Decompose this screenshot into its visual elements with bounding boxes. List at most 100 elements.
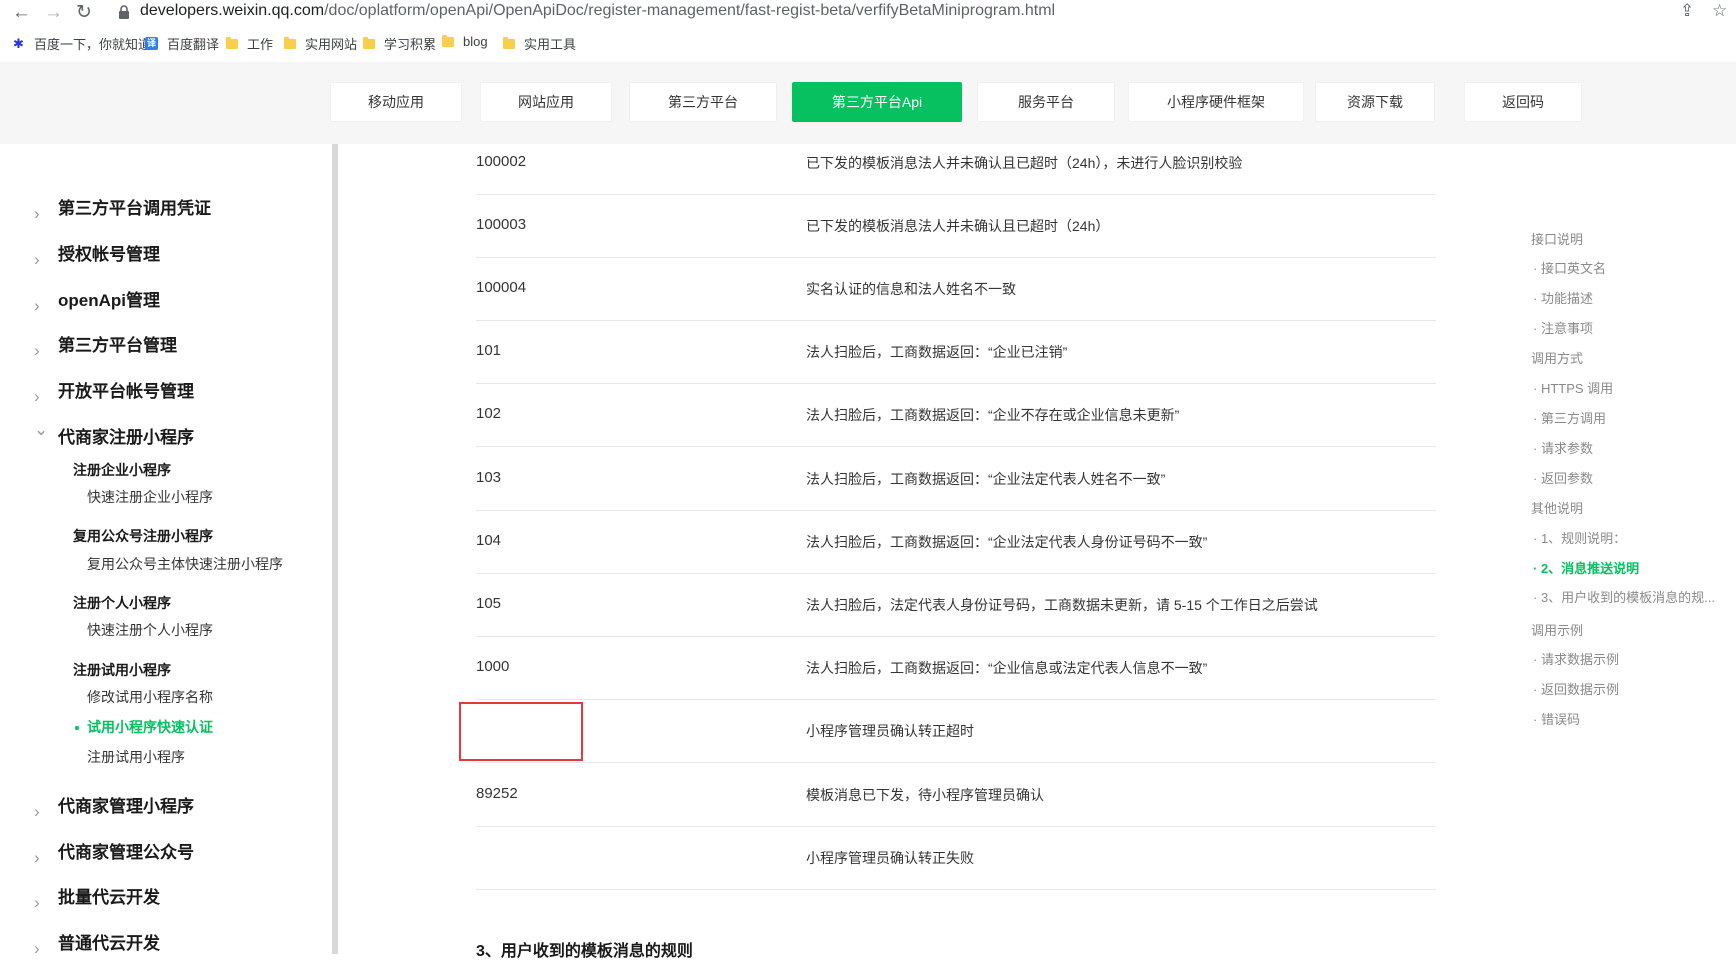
toc-item[interactable]: · 1、规则说明： bbox=[1533, 528, 1626, 547]
error-desc-cell: 小程序管理员确认转正超时 bbox=[806, 723, 974, 739]
chevron-right-icon[interactable]: › bbox=[34, 296, 40, 316]
toc-item[interactable]: · 请求数据示例 bbox=[1533, 649, 1619, 668]
toc-item[interactable]: · HTTPS 调用 bbox=[1533, 378, 1613, 397]
bookmark-item[interactable]: 学习积累 bbox=[363, 34, 436, 53]
sidebar-scrollbar[interactable] bbox=[332, 144, 338, 954]
bookmark-item[interactable]: 工作 bbox=[226, 34, 273, 53]
bookmarks-bar: ✱ 百度一下，你就知道译百度翻译 工作 实用网站 学习积累 blog 实用工具 bbox=[0, 32, 1736, 56]
sidebar-group[interactable]: openApi管理 bbox=[58, 286, 160, 311]
sidebar-group[interactable]: 第三方平台管理 bbox=[58, 331, 177, 356]
toc-item[interactable]: · 返回参数 bbox=[1533, 468, 1593, 487]
sidebar-item[interactable]: 快速注册个人小程序 bbox=[87, 620, 213, 640]
topnav-tab[interactable]: 资源下载 bbox=[1315, 82, 1435, 122]
topnav-tab[interactable]: 服务平台 bbox=[977, 82, 1115, 122]
toc-item[interactable]: · 返回数据示例 bbox=[1533, 679, 1619, 698]
sidebar-group[interactable]: 代商家管理公众号 bbox=[58, 838, 194, 863]
error-desc-cell: 法人扫脸后，工商数据返回：“企业法定代表人姓名不一致” bbox=[806, 471, 1166, 487]
table-row: 101 法人扫脸后，工商数据返回：“企业已注销” bbox=[476, 321, 1436, 384]
sidebar-item[interactable]: 修改试用小程序名称 bbox=[87, 687, 213, 707]
sidebar-subsection-title: 复用公众号注册小程序 bbox=[73, 528, 213, 544]
translate-icon: 译 bbox=[145, 37, 158, 50]
topnav-tab[interactable]: 第三方平台Api bbox=[792, 82, 962, 122]
baidu-icon: ✱ bbox=[12, 36, 25, 51]
sidebar-item[interactable]: 复用公众号主体快速注册小程序 bbox=[87, 554, 283, 574]
error-code-cell: 104 bbox=[476, 532, 502, 549]
sidebar-subsection-title: 注册企业小程序 bbox=[73, 462, 171, 478]
star-icon[interactable]: ☆ bbox=[1712, 1, 1727, 21]
toc-item[interactable]: 接口说明 bbox=[1531, 229, 1583, 248]
error-desc-cell: 实名认证的信息和法人姓名不一致 bbox=[806, 281, 1016, 297]
site-top-nav: 移动应用 网站应用 第三方平台 第三方平台Api 服务平台 小程序硬件框架 资源下载 返回码 bbox=[0, 62, 1736, 144]
toc-item[interactable]: · 3、用户收到的模板消息的规... bbox=[1533, 587, 1715, 606]
toc-item[interactable]: 其他说明 bbox=[1531, 498, 1583, 517]
error-code-cell: 100002 bbox=[476, 153, 527, 170]
share-icon[interactable]: ⇪ bbox=[1680, 1, 1694, 21]
sidebar-group[interactable]: 开放平台帐号管理 bbox=[58, 377, 194, 402]
topnav-tab[interactable]: 小程序硬件框架 bbox=[1128, 82, 1304, 122]
bookmark-item[interactable]: 实用网站 bbox=[284, 34, 357, 53]
topnav-tab[interactable]: 移动应用 bbox=[330, 82, 462, 122]
topnav-tab[interactable]: 第三方平台 bbox=[629, 82, 777, 122]
toc-item[interactable]: · 请求参数 bbox=[1533, 438, 1593, 457]
chevron-down-icon[interactable]: ⌄ bbox=[34, 420, 48, 440]
sidebar-group-expanded[interactable]: 代商家注册小程序 bbox=[58, 423, 194, 448]
chevron-right-icon[interactable]: › bbox=[34, 387, 40, 407]
toc-item[interactable]: 调用方式 bbox=[1531, 348, 1583, 367]
forward-arrow-icon[interactable]: → bbox=[44, 2, 63, 24]
toc-item[interactable]: · 功能描述 bbox=[1533, 288, 1593, 307]
folder-icon bbox=[284, 36, 296, 49]
left-sidebar: › 第三方平台调用凭证 › 授权帐号管理 › openApi管理 › 第三方平台管理 › 开放平台… bbox=[0, 144, 334, 965]
bookmark-label: 工作 bbox=[247, 37, 274, 52]
bookmark-label: 百度一下，你就知道 bbox=[34, 37, 152, 52]
back-arrow-icon[interactable]: ← bbox=[12, 2, 31, 24]
chevron-right-icon[interactable]: › bbox=[34, 250, 40, 270]
reload-icon[interactable]: ↻ bbox=[76, 2, 92, 24]
bookmark-label: 学习积累 bbox=[384, 37, 437, 52]
toc-item[interactable]: · 第三方调用 bbox=[1533, 408, 1606, 427]
url-field[interactable]: developers.weixin.qq.com/doc/oplatform/o… bbox=[140, 2, 1055, 20]
bookmark-item[interactable]: 译百度翻译 bbox=[145, 34, 219, 53]
url-path: /doc/oplatform/openApi/OpenApiDoc/regist… bbox=[324, 2, 1056, 19]
toc-item[interactable]: · 接口英文名 bbox=[1533, 258, 1606, 277]
table-row: 103 法人扫脸后，工商数据返回：“企业法定代表人姓名不一致” bbox=[476, 448, 1436, 511]
sidebar-group[interactable]: 授权帐号管理 bbox=[58, 240, 160, 265]
sidebar-group[interactable]: 第三方平台调用凭证 bbox=[58, 194, 211, 219]
toc-item[interactable]: 调用示例 bbox=[1531, 620, 1583, 639]
topnav-tab[interactable]: 返回码 bbox=[1464, 82, 1582, 122]
chevron-right-icon[interactable]: › bbox=[34, 341, 40, 361]
topnav-tab[interactable]: 网站应用 bbox=[480, 82, 612, 122]
sidebar-group[interactable]: 批量代云开发 bbox=[58, 883, 160, 908]
toc-item[interactable]: · 注意事项 bbox=[1533, 318, 1593, 337]
table-row: 105 法人扫脸后，法定代表人身份证号码，工商数据未更新，请 5-15 个工作日之… bbox=[476, 574, 1436, 637]
error-code-cell: 105 bbox=[476, 595, 502, 612]
sidebar-item[interactable]: 快速注册企业小程序 bbox=[87, 487, 213, 507]
error-desc-cell: 法人扫脸后，工商数据返回：“企业不存在或企业信息未更新” bbox=[806, 407, 1180, 423]
error-desc-cell: 已下发的模板消息法人并未确认且已超时（24h），未进行人脸识别校验 bbox=[806, 155, 1243, 171]
chevron-right-icon[interactable]: › bbox=[34, 802, 40, 822]
error-code-cell: 1000 bbox=[476, 658, 510, 675]
chevron-right-icon[interactable]: › bbox=[34, 204, 40, 224]
toc-item[interactable]: · 2、消息推送说明 bbox=[1533, 558, 1639, 577]
highlight-annotation-box bbox=[459, 702, 583, 761]
bookmark-item[interactable]: blog bbox=[442, 34, 488, 49]
chevron-right-icon[interactable]: › bbox=[34, 848, 40, 868]
table-row: 100003 已下发的模板消息法人并未确认且已超时（24h） bbox=[476, 195, 1436, 258]
active-bullet-icon bbox=[75, 726, 79, 730]
toc-item[interactable]: · 错误码 bbox=[1533, 709, 1580, 728]
sidebar-item[interactable]: 试用小程序快速认证 bbox=[87, 717, 213, 737]
browser-address-bar: ← → ↻ developers.weixin.qq.com/doc/oplat… bbox=[0, 0, 1736, 26]
sidebar-group[interactable]: 代商家管理小程序 bbox=[58, 792, 194, 817]
error-code-cell: 102 bbox=[476, 405, 502, 422]
chevron-right-icon[interactable]: › bbox=[34, 893, 40, 913]
bookmark-label: 实用网站 bbox=[305, 37, 358, 52]
error-code-cell: 100004 bbox=[476, 279, 527, 296]
sidebar-group[interactable]: 普通代云开发 bbox=[58, 929, 160, 954]
bookmark-item[interactable]: 实用工具 bbox=[503, 34, 576, 53]
table-row: 102 法人扫脸后，工商数据返回：“企业不存在或企业信息未更新” bbox=[476, 384, 1436, 447]
error-code-cell: 103 bbox=[476, 469, 502, 486]
bookmark-item[interactable]: ✱ 百度一下，你就知道 bbox=[12, 34, 151, 53]
sidebar-item[interactable]: 注册试用小程序 bbox=[87, 747, 185, 767]
chevron-right-icon[interactable]: › bbox=[34, 939, 40, 959]
error-desc-cell: 法人扫脸后，工商数据返回：“企业信息或法定代表人信息不一致” bbox=[806, 660, 1208, 676]
folder-icon bbox=[503, 36, 515, 49]
